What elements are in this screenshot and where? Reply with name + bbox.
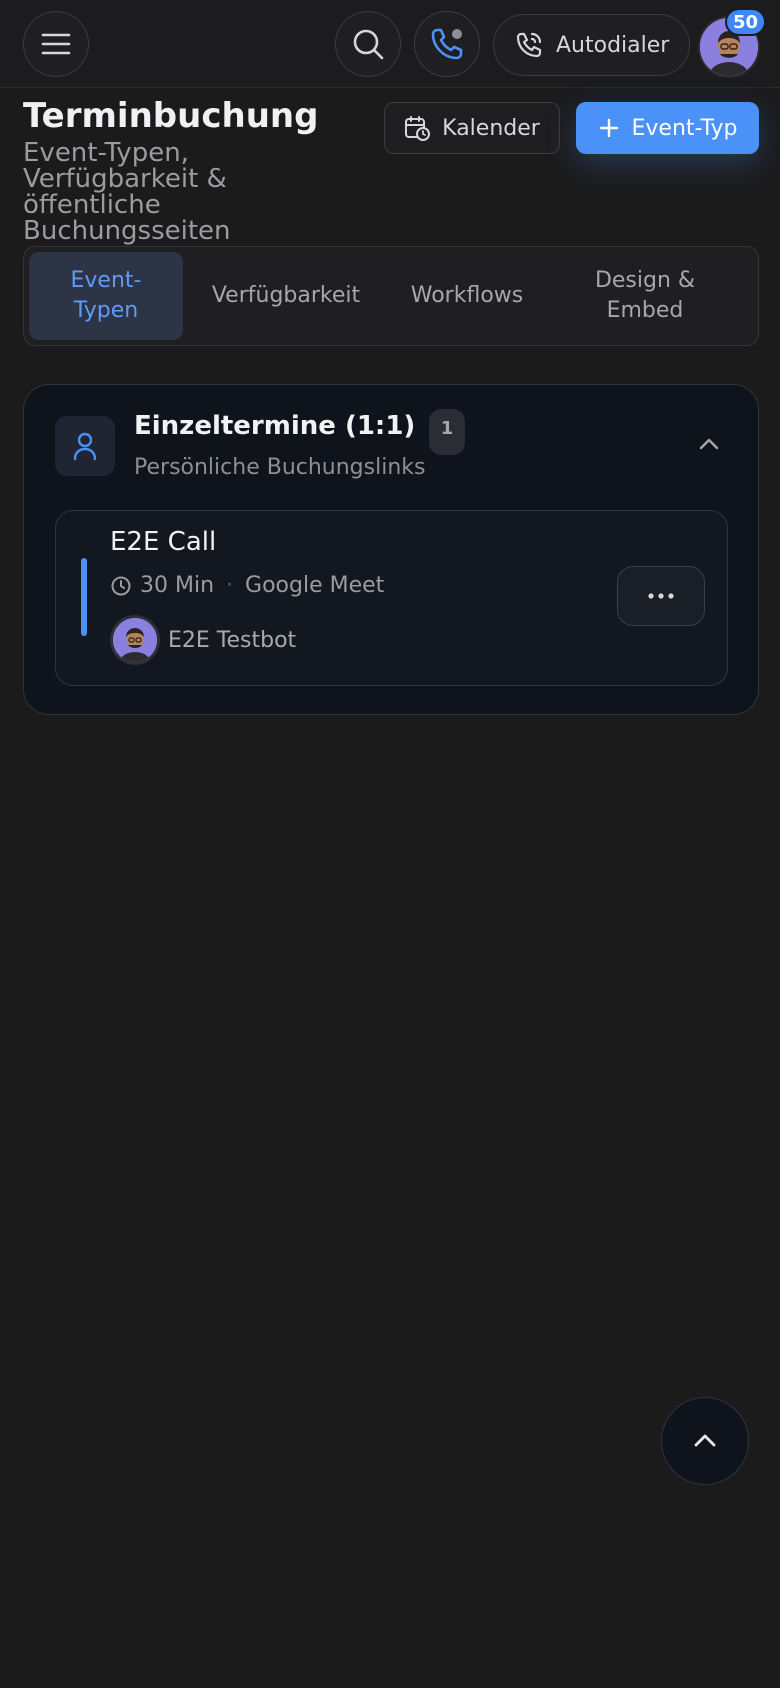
tab-design-embed[interactable]: Design & Embed bbox=[545, 252, 745, 340]
calendar-button[interactable]: Kalender bbox=[384, 102, 560, 154]
event-more-options-button[interactable] bbox=[617, 566, 705, 626]
event-duration: 30 Min bbox=[140, 573, 215, 598]
group-subtitle: Persönliche Buchungslinks bbox=[134, 455, 426, 480]
tab-bar: Event-Typen Verfügbarkeit Workflows Desi… bbox=[23, 246, 759, 346]
user-avatar-button[interactable]: 50 bbox=[698, 8, 766, 78]
host-name: E2E Testbot bbox=[168, 627, 297, 653]
phone-status-button[interactable] bbox=[414, 11, 480, 77]
chevron-up-icon bbox=[699, 438, 719, 450]
add-event-type-button[interactable]: Event-Typ bbox=[576, 102, 759, 154]
search-button[interactable] bbox=[335, 11, 401, 77]
event-meta: 30 Min · Google Meet bbox=[110, 573, 384, 598]
autodialer-button[interactable]: Autodialer bbox=[493, 14, 691, 76]
group-icon-box bbox=[55, 416, 115, 476]
page-subtitle: Event-Typen, Verfügbarkeit & öffentliche… bbox=[23, 138, 231, 246]
clock-icon bbox=[111, 576, 131, 595]
add-event-type-label: Event-Typ bbox=[631, 115, 738, 141]
host-avatar-image bbox=[113, 618, 157, 662]
top-bar: Autodialer 50 bbox=[0, 0, 780, 88]
phone-status-icon bbox=[431, 28, 463, 60]
calendar-button-label: Kalender bbox=[442, 115, 540, 141]
tab-event-types[interactable]: Event-Typen bbox=[29, 252, 183, 340]
host-avatar bbox=[110, 615, 160, 665]
autodialer-label: Autodialer bbox=[556, 32, 670, 58]
event-group-card: Einzeltermine (1:1) 1 Persönliche Buchun… bbox=[23, 384, 759, 715]
collapse-group-button[interactable] bbox=[696, 431, 722, 457]
more-horizontal-icon bbox=[648, 593, 674, 599]
event-type-item[interactable]: E2E Call 30 Min · Google Meet E2E Testbo… bbox=[55, 510, 728, 686]
meta-separator: · bbox=[226, 573, 234, 598]
group-count-badge: 1 bbox=[429, 409, 465, 455]
search-icon bbox=[353, 29, 384, 60]
event-host: E2E Testbot bbox=[110, 615, 296, 665]
scroll-to-top-button[interactable] bbox=[661, 1397, 749, 1485]
chevron-up-icon bbox=[694, 1434, 716, 1447]
tab-workflows[interactable]: Workflows bbox=[389, 252, 545, 340]
group-title: Einzeltermine (1:1) bbox=[134, 411, 416, 441]
tab-availability[interactable]: Verfügbarkeit bbox=[183, 252, 389, 340]
menu-icon bbox=[41, 33, 71, 55]
event-location: Google Meet bbox=[245, 573, 385, 598]
menu-button[interactable] bbox=[23, 11, 89, 77]
phone-call-icon bbox=[516, 32, 542, 58]
plus-icon bbox=[599, 118, 618, 138]
user-icon bbox=[73, 432, 97, 461]
notification-badge: 50 bbox=[724, 8, 766, 36]
event-title: E2E Call bbox=[110, 527, 217, 557]
calendar-clock-icon bbox=[405, 116, 431, 141]
page-title: Terminbuchung bbox=[23, 96, 319, 136]
event-accent-bar bbox=[81, 558, 87, 636]
